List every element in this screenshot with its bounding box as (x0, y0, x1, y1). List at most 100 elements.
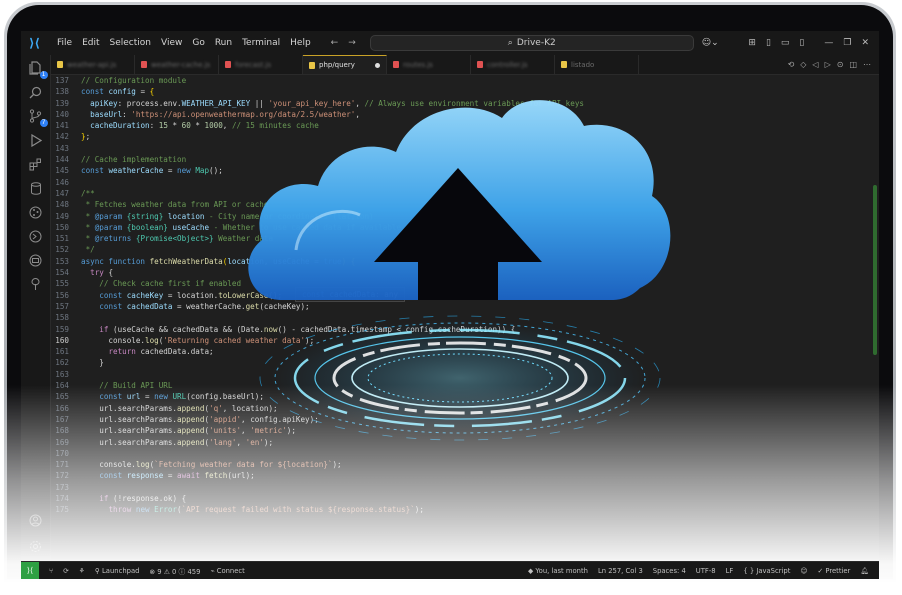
code-line[interactable]: 157 const cachedData = weatherCache.get(… (51, 301, 879, 312)
git-graph-icon[interactable] (29, 205, 43, 219)
code-line[interactable]: 142}; (51, 131, 879, 142)
code-line[interactable]: 160 console.log('Returning cached weathe… (51, 335, 879, 346)
encoding[interactable]: UTF-8 (696, 567, 716, 575)
code-line[interactable]: 153 async function fetchWeatherData(locat… (51, 256, 879, 267)
scrollbar-thumb[interactable] (873, 185, 877, 355)
copilot-status-icon[interactable]: ☺ (800, 567, 807, 575)
code-line[interactable]: 168 url.searchParams.append('units', 'me… (51, 425, 879, 436)
code-line[interactable]: 169 url.searchParams.append('lang', 'en'… (51, 437, 879, 448)
prettier-item[interactable]: ✓ Prettier (817, 567, 850, 575)
account-icon[interactable] (29, 513, 43, 527)
problems-item[interactable]: ⊗ 9 ⚠ 0 ⓘ 459 (149, 566, 200, 576)
menu-selection[interactable]: Selection (110, 38, 151, 48)
editor-tab[interactable]: weather-api.js (51, 55, 135, 74)
code-line[interactable]: 152 */ (51, 244, 879, 255)
code-line[interactable]: 163 (51, 369, 879, 380)
maximize-button[interactable]: ❐ (843, 38, 851, 48)
copilot-icon[interactable]: ☺⌄ (702, 38, 719, 48)
language-mode[interactable]: { } JavaScript (743, 567, 790, 575)
indentation[interactable]: Spaces: 4 (653, 567, 686, 575)
code-line[interactable]: 148 * Fetches weather data from API or c… (51, 199, 879, 210)
git-lens-icon[interactable]: ⊙ (837, 60, 844, 69)
git-blame-item[interactable]: ◆ You, last month (528, 567, 588, 575)
remote-indicator-icon[interactable]: ⟩⟨ (21, 561, 39, 579)
remote-explorer-icon[interactable] (29, 229, 43, 243)
database-icon[interactable] (29, 181, 43, 195)
split-editor-icon[interactable]: ◫ (849, 60, 857, 69)
editor-tab[interactable]: controller.js (471, 55, 555, 74)
menu-terminal[interactable]: Terminal (242, 38, 280, 48)
live-share-icon[interactable]: ⚘ (79, 567, 85, 575)
code-line[interactable]: 161 return cachedData.data; (51, 346, 879, 357)
open-changes-icon[interactable]: ◇ (800, 60, 806, 69)
go-forward-icon[interactable]: ▷ (825, 60, 831, 69)
layout-customize-icon[interactable]: ⊞ (748, 38, 756, 48)
more-actions-icon[interactable]: ⋯ (863, 60, 871, 69)
menu-edit[interactable]: Edit (82, 38, 99, 48)
code-line[interactable]: 154 try { (51, 267, 879, 278)
code-line[interactable]: 174 if (!response.ok) { (51, 493, 879, 504)
code-line[interactable]: 173 (51, 482, 879, 493)
code-line[interactable]: 149 * @param {string} location - City na… (51, 211, 879, 222)
code-line[interactable]: 150 * @param {boolean} useCache - Whethe… (51, 222, 879, 233)
code-line[interactable]: 155 // Check cache first if enabled (51, 278, 879, 289)
menu-help[interactable]: Help (290, 38, 311, 48)
run-debug-icon[interactable] (29, 133, 43, 147)
search-icon[interactable] (29, 85, 43, 99)
notifications-bell-icon[interactable]: 🔔︎ (860, 567, 869, 575)
editor-tab[interactable]: forecast.js (219, 55, 303, 74)
command-center-search[interactable]: ⌕ Drive-K2 (369, 35, 694, 51)
close-button[interactable]: ✕ (861, 38, 869, 48)
code-line[interactable]: 158 (51, 312, 879, 323)
code-line[interactable]: 166 url.searchParams.append('q', locatio… (51, 403, 879, 414)
menu-view[interactable]: View (161, 38, 182, 48)
menu-go[interactable]: Go (192, 38, 204, 48)
toggle-sidebar-icon[interactable]: ▯ (766, 38, 771, 48)
code-line[interactable]: 141 cacheDuration: 15 * 60 * 1000, // 15… (51, 120, 879, 131)
go-back-icon[interactable]: ◁ (812, 60, 818, 69)
code-line[interactable]: 156 const cacheKey = location.toLowerCas… (51, 290, 879, 301)
sync-icon[interactable]: ⟳ (63, 567, 69, 575)
menu-file[interactable]: File (57, 38, 72, 48)
code-line[interactable]: 165 const url = new URL(config.baseUrl); (51, 391, 879, 402)
code-line[interactable]: 137 // Configuration module (51, 75, 879, 86)
cursor-position[interactable]: Ln 257, Col 3 (598, 567, 643, 575)
code-line[interactable]: 162 } (51, 357, 879, 368)
minimize-button[interactable]: — (824, 38, 833, 48)
code-line[interactable]: 151 * @returns {Promise<Object>} Weather… (51, 233, 879, 244)
code-line[interactable]: 159 if (useCache && cachedData && (Date.… (51, 324, 879, 335)
toggle-panel-icon[interactable]: ▭ (781, 38, 790, 48)
back-arrow-icon[interactable]: ← (331, 38, 339, 48)
code-line[interactable]: 146 (51, 177, 879, 188)
editor-tab[interactable]: weather-cache.js (135, 55, 219, 74)
code-line[interactable]: 144 // Cache implementation (51, 154, 879, 165)
editor-tab[interactable]: listado (555, 55, 639, 74)
code-line[interactable]: 143 (51, 143, 879, 154)
files-icon[interactable]: 1 (29, 61, 48, 79)
code-line[interactable]: 164 // Build API URL (51, 380, 879, 391)
editor-tab[interactable]: routes.js (387, 55, 471, 74)
code-line[interactable]: 147 /** (51, 188, 879, 199)
compare-icon[interactable]: ⟲ (788, 60, 795, 69)
menu-run[interactable]: Run (215, 38, 232, 48)
code-line[interactable]: 167 url.searchParams.append('appid', con… (51, 414, 879, 425)
code-line[interactable]: 138 const config = { (51, 86, 879, 97)
source-control-icon[interactable]: 7 (29, 109, 48, 127)
code-line[interactable]: 170 (51, 448, 879, 459)
editor-tab[interactable]: php/query (303, 55, 387, 74)
code-line[interactable]: 172 const response = await fetch(url); (51, 470, 879, 481)
connect-item[interactable]: ⌁ Connect (210, 567, 244, 575)
code-line[interactable]: 175 throw new Error(`API request failed … (51, 504, 879, 515)
launchpad-item[interactable]: ⚲ Launchpad (95, 567, 140, 575)
unsaved-dot-icon[interactable] (375, 62, 380, 68)
end-of-line[interactable]: LF (726, 567, 734, 575)
code-line[interactable]: 139 apiKey: process.env.WEATHER_API_KEY … (51, 98, 879, 109)
code-line[interactable]: 171 console.log(`Fetching weather data f… (51, 459, 879, 470)
code-line[interactable]: 145 const weatherCache = new Map(); (51, 165, 879, 176)
docker-icon[interactable] (29, 253, 43, 267)
branch-icon[interactable]: ⑂ (49, 567, 53, 575)
timeline-icon[interactable] (29, 277, 43, 291)
forward-arrow-icon[interactable]: → (348, 38, 356, 48)
toggle-secondary-sidebar-icon[interactable]: ▯ (799, 38, 804, 48)
settings-gear-icon[interactable] (29, 539, 43, 553)
